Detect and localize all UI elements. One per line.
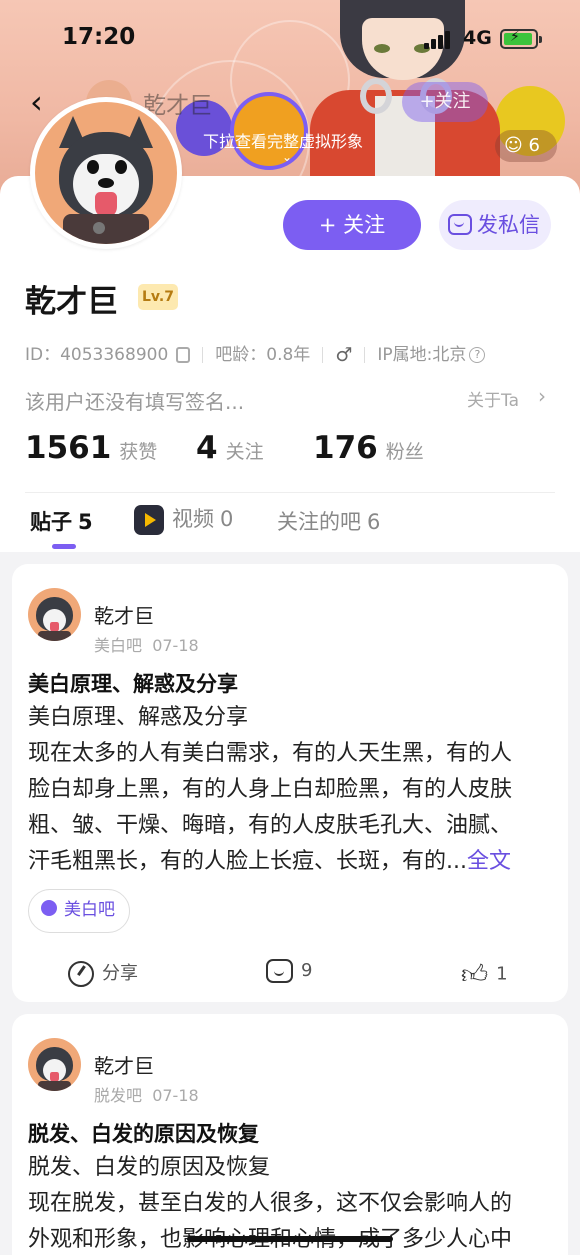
post-meta: 脱发吧 07-18: [94, 1082, 199, 1106]
stat-following[interactable]: 4 关注: [196, 430, 264, 466]
battery-icon: ⚡: [500, 29, 542, 49]
male-icon: ♂: [335, 344, 353, 366]
chevron-down-icon: ⌄: [282, 150, 293, 164]
ip-location: IP属地:北京: [377, 345, 467, 365]
post-forum: 脱发吧: [94, 1086, 143, 1105]
tab-label: 视频: [172, 507, 214, 531]
tieba-age: 吧龄：0.8年: [215, 345, 311, 365]
thumbs-up-icon: 👍︎: [461, 960, 489, 990]
post-line: 脱发、白发的原因及恢复: [28, 1155, 271, 1180]
status-bar: 17:20 4G ⚡: [0, 0, 580, 76]
forum-tag-label: 美白吧: [64, 900, 115, 920]
avatar[interactable]: [30, 97, 182, 249]
post-line: 美白原理、解惑及分享: [28, 705, 249, 730]
post-author[interactable]: 乾才巨: [94, 1050, 154, 1079]
post-body: 美白原理、解惑及分享 现在太多的人有美白需求，有的人天生黑，有的人 脸白却身上黑…: [28, 700, 556, 880]
post-card[interactable]: 乾才巨 脱发吧 07-18 脱发、白发的原因及恢复 脱发、白发的原因及恢复 现在…: [12, 1014, 568, 1255]
stat-number: 1561: [25, 430, 112, 466]
tab-label: 贴子: [30, 510, 72, 534]
network-type: 4G: [463, 27, 492, 49]
share-label: 分享: [102, 963, 138, 984]
user-id: ID：4053368900: [25, 345, 169, 365]
about-link[interactable]: 关于Ta: [467, 386, 519, 411]
profile-meta: ID：4053368900 吧龄：0.8年 ♂ IP属地:北京?: [25, 340, 486, 366]
post-line: 现在太多的人有美白需求，有的人天生黑，有的人: [28, 741, 513, 766]
chevron-right-icon[interactable]: ›: [538, 384, 546, 408]
dog-avatar-image: [35, 102, 177, 244]
signature: 该用户还没有填写签名...: [25, 390, 245, 414]
post-forum: 美白吧: [94, 636, 143, 655]
stat-number: 4: [196, 430, 218, 466]
post-date: 07-18: [152, 636, 199, 655]
post-line: 汗毛粗黑长，有的人脸上长痘、长斑，有的...全文: [28, 844, 556, 880]
tab-posts[interactable]: 贴子 5: [30, 506, 93, 536]
comment-icon: [266, 959, 293, 983]
profile-card: + 关注 发私信 乾才巨 Lv.7 ID：4053368900 吧龄：0.8年 ♂ I…: [0, 97, 580, 553]
comment-count: 9: [301, 960, 313, 981]
stat-likes[interactable]: 1561 获赞: [25, 430, 157, 466]
post-actions: 分享 9 👍︎ 1: [12, 959, 568, 999]
stat-label: 粉丝: [385, 441, 424, 463]
message-button[interactable]: 发私信: [439, 200, 551, 250]
like-count: 1: [496, 963, 508, 985]
copy-icon[interactable]: [176, 347, 191, 363]
post-author[interactable]: 乾才巨: [94, 600, 154, 629]
post-title: 脱发、白发的原因及恢复: [28, 1122, 259, 1146]
tab-label: 关注的吧: [277, 510, 361, 534]
header-follow-button[interactable]: +关注: [402, 82, 488, 122]
signal-icon: [424, 31, 450, 49]
planet-icon: [41, 900, 57, 916]
stat-label: 关注: [225, 441, 264, 463]
tab-followed-forums[interactable]: 关注的吧 6: [277, 506, 380, 536]
pull-hint: 下拉查看完整虚拟形象: [203, 132, 364, 151]
share-button[interactable]: 分享: [68, 959, 138, 987]
forum-tag[interactable]: 美白吧: [28, 889, 130, 933]
tab-indicator: [52, 544, 76, 549]
tab-videos[interactable]: 视频 0: [134, 503, 233, 535]
comment-button[interactable]: 9: [266, 959, 312, 983]
smile-icon: ☺: [504, 135, 523, 156]
post-title: 美白原理、解惑及分享: [28, 672, 238, 696]
tab-count: 6: [367, 510, 381, 534]
level-badge[interactable]: Lv.7: [138, 284, 178, 310]
tab-count: 5: [78, 510, 93, 534]
post-avatar[interactable]: [28, 1038, 81, 1091]
message-label: 发私信: [477, 213, 540, 237]
username: 乾才巨: [25, 284, 118, 320]
video-icon: [134, 505, 164, 535]
post-line: 粗、皱、干燥、晦暗，有的人皮肤毛孔大、油腻、: [28, 813, 513, 838]
message-icon: [448, 214, 472, 235]
tab-count: 0: [220, 507, 234, 531]
read-more-link[interactable]: 全文: [467, 849, 511, 874]
follow-button[interactable]: + 关注: [283, 200, 421, 250]
avatar-like-count: 6: [528, 135, 540, 156]
avatar-like-badge[interactable]: ☺ 6: [495, 130, 557, 162]
post-line-text: 汗毛粗黑长，有的人脸上长痘、长斑，有的...: [28, 849, 467, 874]
post-meta: 美白吧 07-18: [94, 632, 199, 656]
help-icon[interactable]: ?: [469, 347, 486, 363]
home-indicator[interactable]: [187, 1236, 393, 1242]
post-avatar[interactable]: [28, 588, 81, 641]
stat-fans[interactable]: 176 粉丝: [313, 430, 424, 466]
post-date: 07-18: [152, 1086, 199, 1105]
post-line: 脸白却身上黑，有的人身上白却脸黑，有的人皮肤: [28, 777, 513, 802]
like-button[interactable]: 👍︎ 1: [461, 959, 508, 990]
status-time: 17:20: [62, 24, 136, 50]
stat-label: 获赞: [119, 441, 158, 463]
post-card[interactable]: 乾才巨 美白吧 07-18 美白原理、解惑及分享 美白原理、解惑及分享 现在太多…: [12, 564, 568, 1002]
post-line: 现在脱发，甚至白发的人很多，这不仅会影响人的: [28, 1191, 513, 1216]
profile-screen: 17:20 4G ⚡ ‹ 乾才巨 +关注 下拉查看完整虚拟形象 ⌄ ☺ 6 + …: [0, 0, 580, 1255]
stat-number: 176: [313, 430, 378, 466]
profile-tabs: 贴子 5 视频 0 关注的吧 6: [0, 493, 580, 553]
share-icon: [68, 961, 94, 987]
